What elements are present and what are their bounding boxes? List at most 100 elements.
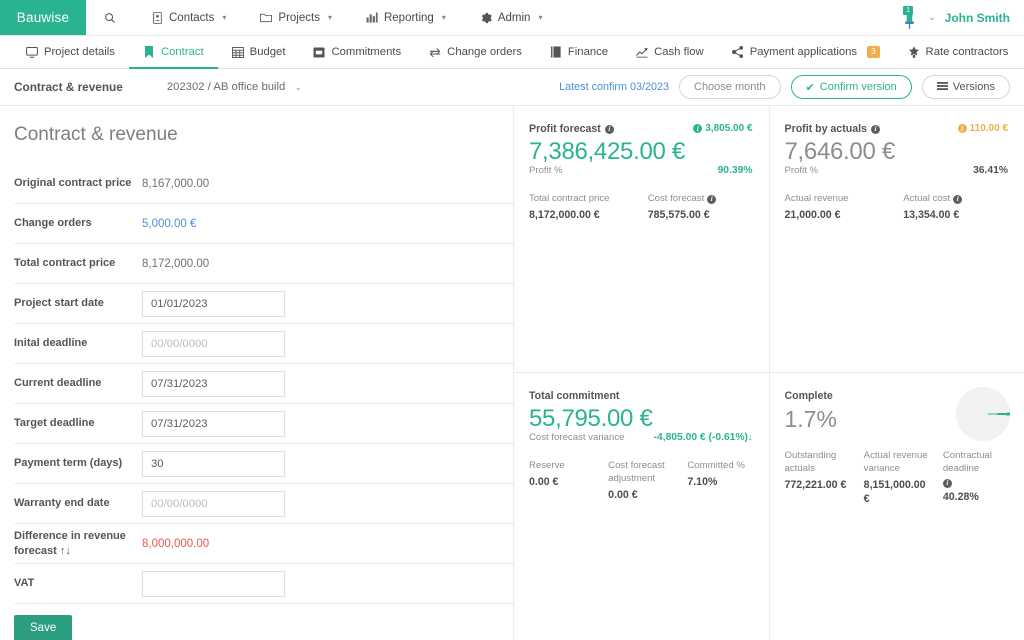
profit-forecast-metrics: Total contract price 8,172,000.00 € Cost… — [529, 193, 753, 223]
target-deadline-input[interactable]: 07/31/2023 — [142, 410, 285, 437]
form-row-target-deadline: Target deadline 07/31/2023 — [14, 404, 513, 444]
metric-label: Outstanding actuals — [784, 450, 837, 475]
form-row-change-orders: Change orders 5,000.00 € — [14, 204, 513, 244]
metric-label: Cost forecast i — [648, 193, 753, 206]
tab-change-orders[interactable]: Change orders — [415, 36, 536, 68]
complete-pie-chart — [956, 386, 1010, 441]
form-row-project-start-date: Project start date 01/01/2023 — [14, 284, 513, 324]
tab-rate-contractors[interactable]: Rate contractors — [894, 36, 1023, 68]
confirm-version-button[interactable]: ✔ Confirm version — [790, 75, 912, 99]
versions-label: Versions — [952, 81, 995, 93]
user-name[interactable]: John Smith — [945, 11, 1010, 25]
save-button[interactable]: Save — [14, 615, 73, 640]
metric-total-contract-price: Total contract price 8,172,000.00 € — [529, 193, 634, 223]
nav-item-contacts[interactable]: Contacts ▾ — [134, 0, 243, 36]
warranty-end-date-input[interactable]: 00/00/0000 — [142, 490, 285, 517]
nav-item-admin[interactable]: Admin ▾ — [463, 0, 560, 36]
metric-committed-percent: Committed % 7.10% — [687, 460, 752, 503]
change-orders-link[interactable]: 5,000.00 € — [142, 218, 196, 230]
metric-cost-forecast: Cost forecast i 785,575.00 € — [648, 193, 753, 223]
metric-value: 21,000.00 € — [784, 209, 841, 222]
nav-item-projects[interactable]: Projects ▾ — [243, 0, 349, 36]
latest-confirm-link[interactable]: Latest confirm 03/2023 — [559, 81, 669, 93]
summary-cards-pane: Profit forecast i i 3,805.00 € 7,386,425… — [513, 106, 1024, 639]
profit-by-actuals-flag: i 110.00 € — [957, 123, 1008, 134]
card-header: Profit by actuals i i 110.00 € — [785, 123, 1009, 135]
info-icon[interactable]: i — [953, 195, 963, 205]
metric-value: 7.10% — [687, 475, 718, 488]
field-label: Target deadline — [14, 417, 95, 430]
tab-budget[interactable]: Budget — [218, 36, 300, 68]
metric-label: Actual cost i — [903, 193, 1008, 206]
list-icon — [936, 82, 948, 92]
form-row-difference-in-revenue-forecast: Difference in revenue forecast ↑↓ 8,000,… — [14, 524, 513, 564]
nav-item-reporting[interactable]: Reporting ▾ — [349, 0, 463, 36]
tab-project-details[interactable]: Project details — [12, 36, 129, 68]
metric-value: 8,151,000.00 € — [863, 478, 926, 505]
field-label: Warranty end date — [14, 497, 110, 510]
metric-value: 785,575.00 € — [647, 209, 710, 222]
metric-actual-revenue-variance: Actual revenue variance 8,151,000.00 € — [864, 450, 929, 506]
metric-label-text: Contractual deadline — [942, 450, 992, 475]
gear-icon — [480, 12, 492, 24]
field-label: VAT — [14, 577, 35, 590]
sub-label: Profit % — [529, 165, 563, 177]
metric-value: 772,221.00 € — [784, 478, 847, 491]
metric-value: 0.00 € — [608, 488, 638, 501]
book-icon — [550, 46, 562, 58]
contract-selector[interactable]: 202302 / AB office buildi ⌄ — [167, 81, 302, 93]
search-icon[interactable] — [86, 0, 134, 35]
field-label: Original contract price — [14, 177, 132, 190]
metric-reserve: Reserve 0.00 € — [529, 460, 594, 503]
tab-label: Finance — [567, 46, 609, 58]
metric-label-text: Cost forecast — [647, 193, 705, 205]
card-title: Complete — [785, 390, 833, 402]
check-icon: ✔ — [805, 81, 815, 94]
info-icon[interactable]: i — [707, 195, 717, 205]
project-start-date-input[interactable]: 01/01/2023 — [142, 290, 285, 317]
payment-term-input[interactable]: 30 — [142, 450, 285, 477]
card-header: Profit forecast i i 3,805.00 € — [529, 123, 753, 135]
tab-label: Rate contractors — [925, 46, 1009, 58]
card-profit-forecast: Profit forecast i i 3,805.00 € 7,386,425… — [513, 106, 769, 373]
metric-actual-revenue: Actual revenue 21,000.00 € — [785, 193, 890, 223]
current-deadline-input[interactable]: 07/31/2023 — [142, 370, 285, 397]
inital-deadline-input[interactable]: 00/00/0000 — [142, 330, 285, 357]
metric-label: Actual revenue variance — [863, 450, 928, 475]
folder-icon — [260, 12, 273, 24]
notifications-pin[interactable]: 1 — [899, 5, 919, 30]
card-title-text: Profit forecast — [529, 123, 601, 135]
metric-value: 8,172,000.00 € — [529, 209, 600, 222]
monitor-icon — [26, 46, 38, 58]
brand-logo[interactable]: Bauwise — [0, 0, 86, 35]
tab-payment-applications[interactable]: Payment applications 3 — [718, 36, 894, 68]
summary-cards-row-top: Profit forecast i i 3,805.00 € 7,386,425… — [513, 106, 1024, 373]
metric-label: Committed % — [687, 459, 745, 471]
tab-label: Change orders — [447, 46, 522, 58]
form-row-vat: VAT — [14, 564, 513, 604]
tab-contract[interactable]: Contract — [128, 36, 218, 69]
card-total-commitment: Total commitment 55,795.00 € Cost foreca… — [513, 373, 769, 640]
field-value: 8,172,000.00 — [142, 257, 210, 270]
metric-label-text: Actual cost — [903, 193, 951, 205]
chevron-down-icon: ⌄ — [294, 82, 302, 92]
field-label: Difference in revenue forecast ↑↓ — [14, 529, 126, 557]
profit-by-actuals-subrow: Profit % 36.41% — [785, 165, 1009, 176]
bookmark-icon — [143, 46, 155, 58]
trend-down-icon: ↓ — [748, 431, 753, 442]
tab-cash-flow[interactable]: Cash flow — [622, 36, 718, 68]
choose-month-input[interactable]: Choose month — [679, 75, 781, 99]
tab-label: Contract — [160, 46, 204, 58]
vat-input[interactable] — [142, 570, 285, 597]
nav-item-label: Projects — [278, 11, 320, 24]
info-icon[interactable]: i — [942, 479, 952, 488]
card-profit-by-actuals: Profit by actuals i i 110.00 € 7,646.00 … — [769, 106, 1024, 373]
versions-button[interactable]: Versions — [921, 75, 1010, 99]
sub-value: -4,805.00 € (-0.61%) — [653, 431, 748, 443]
info-icon[interactable]: i — [604, 124, 614, 134]
card-title-text: Complete — [784, 389, 833, 402]
tab-commitments[interactable]: Commitments — [299, 36, 415, 68]
info-icon[interactable]: i — [870, 124, 880, 134]
top-navbar: Bauwise Contacts ▾ Projects ▾ Reporting … — [0, 0, 1024, 36]
tab-finance[interactable]: Finance — [536, 36, 622, 68]
